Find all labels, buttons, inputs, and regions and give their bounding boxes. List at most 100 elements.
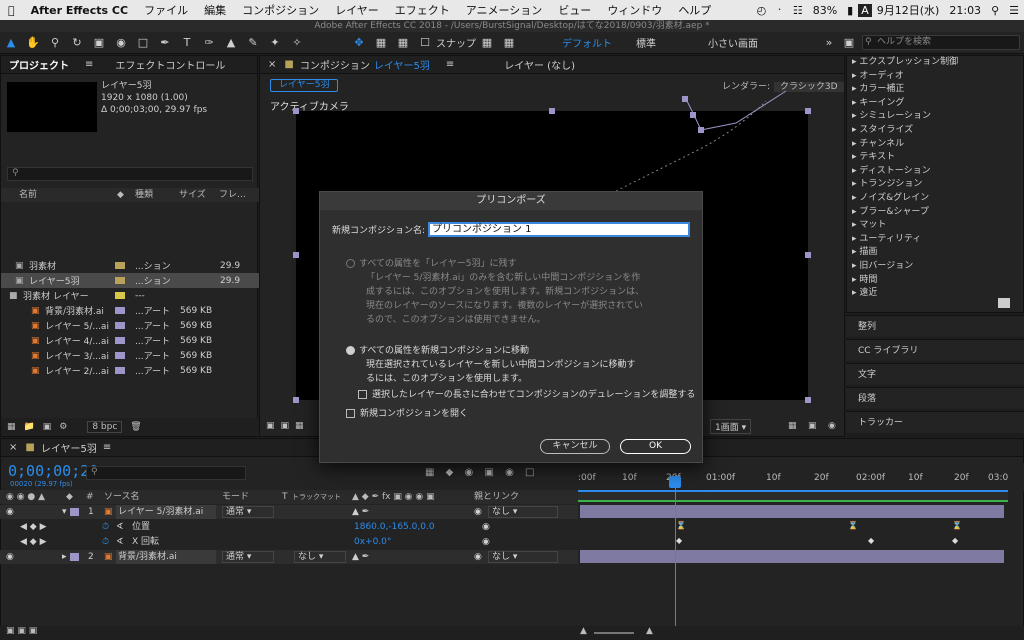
- av-icon[interactable]: ◉ ◉ ● ▲: [6, 490, 45, 504]
- layer-mode-select[interactable]: 通常 ▾: [222, 551, 274, 563]
- effect-category[interactable]: ▸ ノイズ&グレイン: [852, 190, 929, 203]
- more-workspaces-icon[interactable]: »: [820, 35, 838, 51]
- panel-tab[interactable]: CC ライブラリ: [846, 339, 1024, 361]
- property-row[interactable]: ◀ ◆ ▶ ⏱ ∢ 位置 1860.0,-165.0,0.0 ◉: [0, 520, 578, 534]
- eraser-tool-icon[interactable]: ✎: [244, 35, 262, 51]
- workspace-default[interactable]: デフォルト: [550, 35, 624, 50]
- layer-duration-bar[interactable]: [580, 550, 1004, 563]
- item-label-color[interactable]: [115, 292, 125, 299]
- tab-effect-controls[interactable]: エフェクトコントロール: [115, 57, 241, 72]
- comp-lock-icon[interactable]: ■: [284, 59, 293, 70]
- effect-category[interactable]: ▸ トランジション: [852, 176, 922, 189]
- new-comp-icon[interactable]: ▣: [43, 422, 52, 432]
- view-opt2-icon[interactable]: ▣: [808, 421, 817, 431]
- transform-handle-mr[interactable]: [805, 252, 811, 258]
- wifi-icon[interactable]: ☷: [788, 4, 808, 17]
- stamp-tool-icon[interactable]: ▲: [222, 35, 240, 51]
- timemachine-icon[interactable]: ◴: [752, 4, 772, 17]
- battery-percent[interactable]: 83%: [808, 4, 842, 17]
- project-item-row[interactable]: ▣ レイヤー5羽 ...ション 29.9: [1, 273, 259, 288]
- project-settings-icon[interactable]: ⚙: [59, 422, 67, 432]
- transform-handle-tl[interactable]: [293, 108, 299, 114]
- label-col-icon[interactable]: ◆: [66, 490, 73, 504]
- world-axis-icon[interactable]: ▦: [372, 35, 390, 51]
- stopwatch-icon[interactable]: ⏱: [102, 520, 109, 534]
- effect-category[interactable]: ▸ エクスプレッション制御: [852, 54, 958, 67]
- menu-composition[interactable]: コンポジション: [234, 2, 327, 18]
- cancel-button[interactable]: キャンセル: [540, 439, 610, 454]
- snap-option2-icon[interactable]: ▦: [500, 35, 518, 51]
- effect-category[interactable]: ▸ キーイング: [852, 95, 904, 108]
- path-vertex[interactable]: [682, 96, 688, 102]
- effect-category[interactable]: ▸ ユーティリティ: [852, 231, 921, 244]
- property-value[interactable]: 1860.0,-165.0,0.0: [354, 520, 435, 534]
- panel-tab[interactable]: 段落: [846, 387, 1024, 409]
- transform-handle-tr[interactable]: [805, 108, 811, 114]
- col-size[interactable]: サイズ: [179, 188, 219, 202]
- snap-option-icon[interactable]: ▦: [478, 35, 496, 51]
- pen-tool-icon[interactable]: ✒: [156, 35, 174, 51]
- item-label-color[interactable]: [115, 322, 125, 329]
- app-menu[interactable]: After Effects CC: [23, 4, 136, 17]
- bluetooth-icon[interactable]: ᛫: [771, 4, 788, 17]
- col-name[interactable]: 名前: [1, 188, 117, 202]
- timeline-search-input[interactable]: ⚲: [86, 466, 246, 480]
- layer-row[interactable]: ◉ ▸ 2 ▣ 背景/羽素材.ai 通常 ▾ なし ▾ ▲ ✒ ◉ なし ▾: [0, 550, 578, 564]
- comp-flowchart-icon[interactable]: ▦: [425, 467, 434, 478]
- panel-menu-icon[interactable]: ≡: [103, 442, 111, 453]
- type-tool-icon[interactable]: T: [178, 35, 196, 51]
- spotlight-icon[interactable]: ⚲: [986, 4, 1004, 17]
- layer-trkmat-select[interactable]: なし ▾: [294, 551, 346, 563]
- keyframe-nav-icon[interactable]: ◀ ◆ ▶: [20, 535, 47, 549]
- transform-handle-ml[interactable]: [293, 252, 299, 258]
- pan-behind-tool-icon[interactable]: ◉: [112, 35, 130, 51]
- tab-project[interactable]: プロジェクト: [9, 57, 85, 72]
- menu-edit[interactable]: 編集: [196, 2, 234, 18]
- axis-mode-icon[interactable]: ✥: [350, 35, 368, 51]
- effect-category[interactable]: ▸ 時間: [852, 272, 877, 285]
- effect-category[interactable]: ▸ ディストーション: [852, 163, 931, 176]
- snap-checkbox[interactable]: ☐: [416, 35, 434, 51]
- close-icon[interactable]: ×: [268, 59, 276, 70]
- display-icon[interactable]: ▣: [281, 421, 290, 431]
- menu-file[interactable]: ファイル: [136, 2, 196, 18]
- keyframe-icon[interactable]: ◆: [952, 536, 958, 545]
- num-col[interactable]: #: [86, 490, 94, 504]
- parent-pickwhip-icon[interactable]: ◉: [474, 550, 482, 564]
- project-search-input[interactable]: ⚲: [7, 167, 253, 181]
- switches-col-icon[interactable]: ▲ ◆ ✒ fx ▣ ◉ ◉ ▣: [352, 490, 435, 504]
- col-frame[interactable]: フレ…: [219, 188, 246, 202]
- expression-pickwhip-icon[interactable]: ◉: [482, 535, 490, 549]
- transform-handle-br[interactable]: [805, 397, 811, 403]
- renderer-value[interactable]: クラシック3D: [774, 82, 844, 92]
- graph-icon[interactable]: ∢: [116, 535, 124, 549]
- input-source[interactable]: A: [858, 3, 872, 17]
- ok-button[interactable]: OK: [620, 439, 691, 454]
- view-layout-select[interactable]: 1画面 ▾: [710, 418, 752, 434]
- keyframe-icon[interactable]: ◆: [868, 536, 874, 545]
- comp-breadcrumb[interactable]: レイヤー5羽: [270, 79, 339, 92]
- effect-category[interactable]: ▸ スタイライズ: [852, 122, 913, 135]
- layer-parent-select[interactable]: なし ▾: [488, 551, 558, 563]
- date[interactable]: 9月12日(水): [872, 2, 945, 18]
- notification-icon[interactable]: ☰: [1004, 4, 1024, 17]
- time-ruler[interactable]: :00f10f20f01:00f10f20f02:00f10f20f03:0: [578, 463, 1024, 491]
- property-row[interactable]: ◀ ◆ ▶ ⏱ ∢ X 回転 0x+0.0° ◉: [0, 535, 578, 549]
- menu-effect[interactable]: エフェクト: [387, 2, 458, 18]
- effect-category[interactable]: ▸ 描画: [852, 244, 877, 257]
- effect-category[interactable]: ▸ マット: [852, 217, 886, 230]
- effect-category[interactable]: ▸ オーディオ: [852, 68, 904, 81]
- search-help-toggle-icon[interactable]: ▣: [840, 35, 858, 51]
- parent-pickwhip-icon[interactable]: ◉: [474, 505, 482, 519]
- radio-move-attributes[interactable]: [346, 346, 355, 355]
- project-item-row[interactable]: ■ 羽素材 レイヤー ---: [1, 288, 259, 303]
- project-item-row[interactable]: ▣ レイヤー 2/...ai ...アート 569 KB: [1, 363, 259, 378]
- panel-menu-icon[interactable]: ≡: [85, 59, 93, 70]
- layer-parent-select[interactable]: なし ▾: [488, 506, 558, 518]
- item-label-color[interactable]: [115, 277, 125, 284]
- help-search-input[interactable]: ⚲ ヘルプを検索: [862, 35, 1020, 50]
- project-item-row[interactable]: ▣ レイヤー 4/...ai ...アート 569 KB: [1, 333, 259, 348]
- panel-tab[interactable]: 整列: [846, 315, 1024, 337]
- graph-editor-icon[interactable]: □: [525, 467, 534, 478]
- path-vertex[interactable]: [690, 112, 696, 118]
